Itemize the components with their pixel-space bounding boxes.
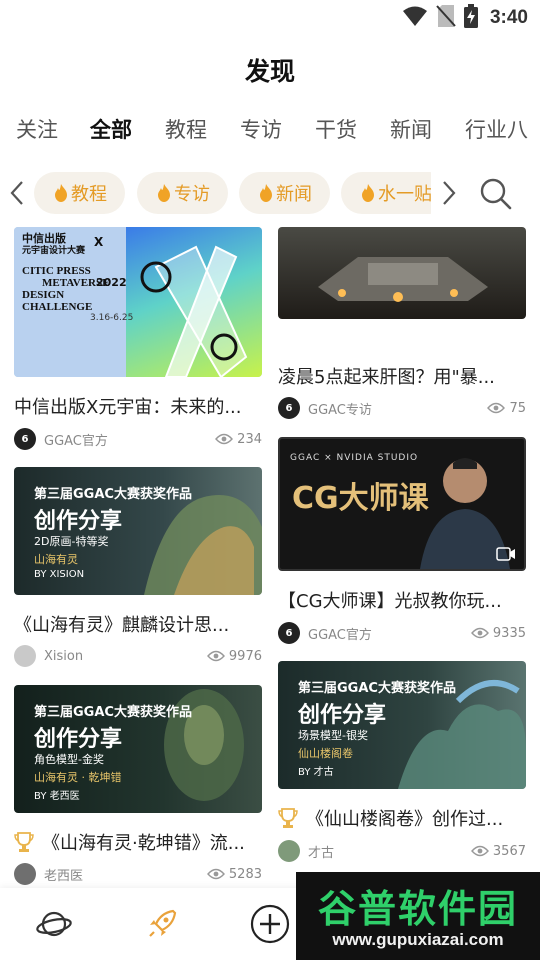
article-card[interactable]: 第三届GGAC大赛获奖作品 创作分享 角色模型-金奖 山海有灵 · 乾坤错 BY… (14, 685, 262, 885)
article-title[interactable]: 凌晨5点起来肝图？用"暴... (278, 363, 526, 389)
article-title[interactable]: 《山海有灵·乾坤错》流... (42, 829, 262, 855)
avatar[interactable]: 6 (278, 397, 300, 419)
add-post-button[interactable] (250, 904, 290, 944)
article-title[interactable]: 《山海有灵》麒麟设计思... (14, 611, 262, 637)
page-title: 发现 (244, 57, 295, 86)
avatar[interactable] (278, 840, 300, 862)
article-card[interactable]: 第三届GGAC大赛获奖作品 创作分享 2D原画-特等奖 山海有灵 BY XISI… (14, 467, 262, 677)
article-title[interactable]: 《仙山楼阁卷》创作过... (306, 805, 526, 831)
view-count: 9976 (228, 648, 262, 664)
article-thumbnail[interactable]: 第三届GGAC大赛获奖作品 创作分享 场景模型-银奖 仙山楼阁卷 BY 才古 (278, 661, 526, 789)
watermark: 谷普软件园 www.gupuxiazai.com (296, 872, 540, 960)
article-thumbnail[interactable]: 第三届GGAC大赛获奖作品 创作分享 角色模型-金奖 山海有灵 · 乾坤错 BY… (14, 685, 262, 813)
trophy-icon (278, 807, 298, 829)
article-card[interactable]: GGAC × NVIDIA STUDIO CG大师课 【CG大师课】光叔教你玩.… (278, 437, 526, 647)
avatar[interactable]: 6 (278, 622, 300, 644)
wifi-icon (402, 5, 428, 31)
article-thumbnail[interactable]: 第三届GGAC大赛获奖作品 创作分享 2D原画-特等奖 山海有灵 BY XISI… (14, 467, 262, 595)
tab-all[interactable]: 全部 (90, 114, 132, 144)
author-name[interactable]: Xision (44, 649, 83, 664)
tag-row: 教程 专访 新闻 水一贴 (0, 170, 540, 216)
tag-tutorial[interactable]: 教程 (34, 172, 125, 214)
view-count: 234 (237, 431, 262, 447)
search-icon[interactable] (478, 176, 514, 212)
fire-icon (260, 184, 272, 202)
chevron-right-icon[interactable] (436, 178, 460, 208)
battery-charging-icon (463, 4, 478, 32)
article-thumbnail[interactable] (278, 227, 526, 319)
author-name[interactable]: 才古 (308, 842, 334, 861)
author-name[interactable]: GGAC官方 (44, 430, 108, 449)
eye-icon (206, 650, 225, 662)
tab-follow[interactable]: 关注 (16, 114, 58, 144)
article-thumbnail[interactable]: GGAC × NVIDIA STUDIO CG大师课 (278, 437, 526, 571)
view-count: 5283 (228, 866, 262, 882)
fire-icon (55, 184, 67, 202)
view-count: 75 (509, 400, 526, 416)
status-bar: 3:40 (0, 0, 540, 36)
tab-news[interactable]: 新闻 (390, 114, 432, 144)
article-thumbnail[interactable]: 中信出版 元宇宙设计大赛 CITIC PRESS METAVERSE DESIG… (14, 227, 262, 377)
tag-water-post[interactable]: 水一贴 (341, 172, 431, 214)
watermark-title: 谷普软件园 (317, 887, 518, 931)
eye-icon (215, 433, 234, 445)
view-count: 9335 (492, 625, 526, 641)
eye-icon (487, 402, 506, 414)
tab-interview[interactable]: 专访 (240, 114, 282, 144)
tab-tutorial[interactable]: 教程 (165, 114, 207, 144)
avatar[interactable] (14, 863, 36, 885)
tab-industry[interactable]: 行业八 (465, 114, 528, 144)
avatar[interactable]: 6 (14, 428, 36, 450)
view-count: 3567 (492, 843, 526, 859)
no-sim-icon (436, 4, 456, 32)
category-tabs: 关注 全部 教程 专访 干货 新闻 行业八 (0, 114, 540, 150)
article-title[interactable]: 【CG大师课】光叔教你玩... (278, 587, 526, 613)
trophy-icon (14, 831, 34, 853)
article-card[interactable]: 凌晨5点起来肝图？用"暴... 6 GGAC专访 75 (278, 227, 526, 423)
avatar[interactable] (14, 645, 36, 667)
article-card[interactable]: 第三届GGAC大赛获奖作品 创作分享 场景模型-银奖 仙山楼阁卷 BY 才古 《… (278, 661, 526, 871)
planet-icon[interactable] (34, 904, 74, 944)
tag-news[interactable]: 新闻 (239, 172, 330, 214)
chevron-left-icon[interactable] (6, 178, 30, 208)
rocket-icon[interactable] (142, 904, 182, 944)
eye-icon (470, 845, 489, 857)
article-title[interactable]: 中信出版X元宇宙：未来的... (14, 393, 262, 419)
tag-interview[interactable]: 专访 (137, 172, 228, 214)
article-card[interactable]: 中信出版 元宇宙设计大赛 CITIC PRESS METAVERSE DESIG… (14, 227, 262, 457)
clock-time: 3:40 (489, 7, 528, 28)
author-name[interactable]: GGAC官方 (308, 624, 372, 643)
watermark-url: www.gupuxiazai.com (332, 930, 504, 949)
eye-icon (206, 868, 225, 880)
video-icon (496, 547, 515, 561)
author-name[interactable]: GGAC专访 (308, 399, 372, 418)
fire-icon (362, 184, 374, 202)
eye-icon (470, 627, 489, 639)
fire-icon (158, 184, 170, 202)
author-name[interactable]: 老西医 (44, 865, 83, 884)
tab-dry-goods[interactable]: 干货 (315, 114, 357, 144)
